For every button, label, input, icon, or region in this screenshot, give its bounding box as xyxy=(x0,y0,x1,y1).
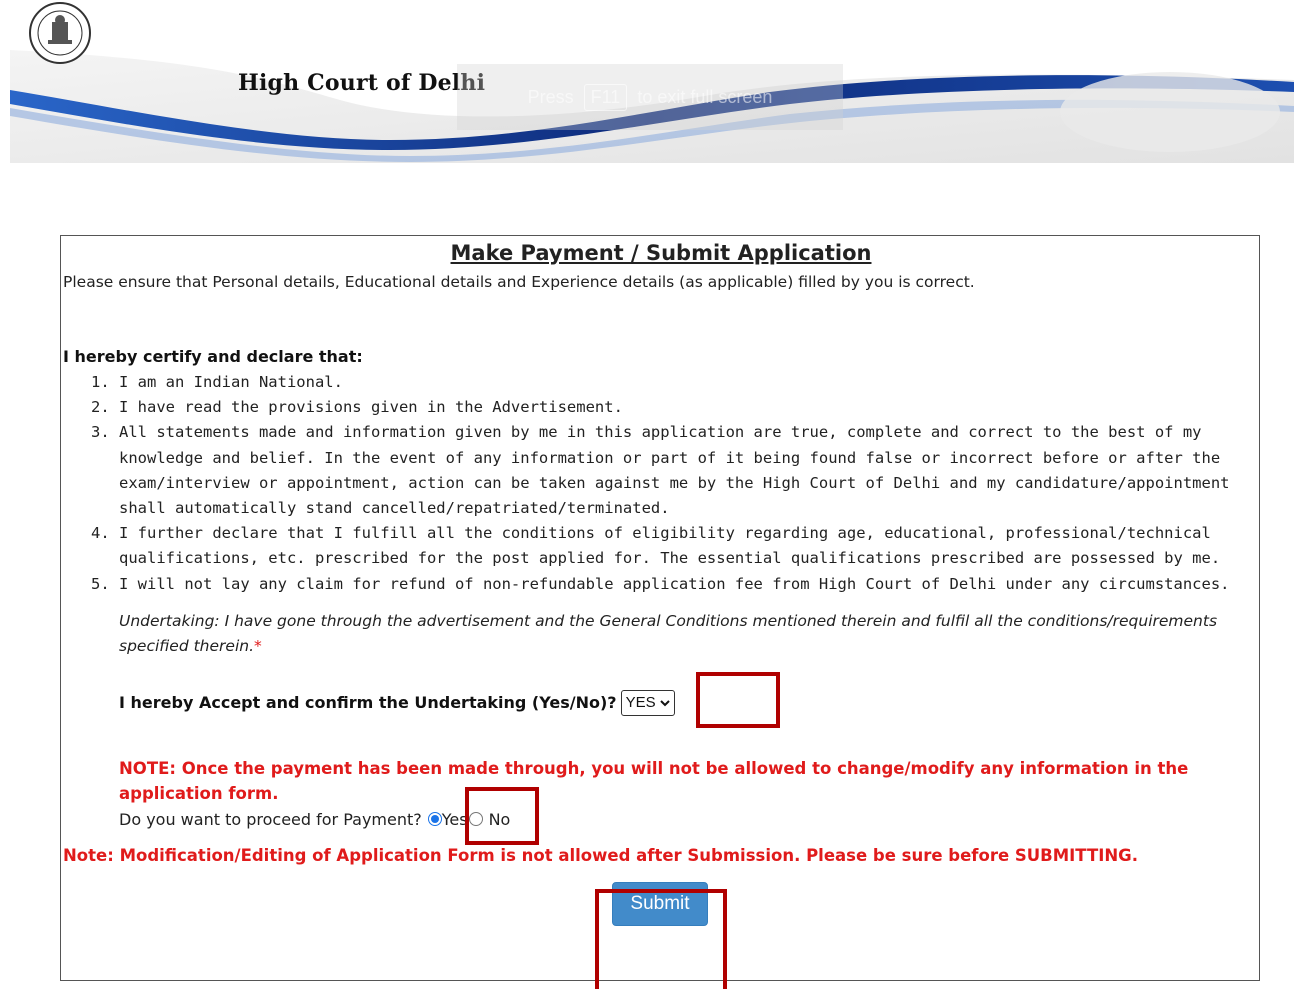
payment-panel: Make Payment / Submit Application Please… xyxy=(60,235,1260,981)
declaration-item: I will not lay any claim for refund of n… xyxy=(119,572,1259,597)
declaration-item: I have read the provisions given in the … xyxy=(119,395,1259,420)
fullscreen-hint-before: Press xyxy=(527,86,574,107)
accept-selected-value: YES xyxy=(625,694,656,712)
highlight-accept-select xyxy=(696,672,780,728)
declaration-item: I am an Indian National. xyxy=(119,370,1259,395)
fullscreen-hint-key: F11 xyxy=(583,83,628,111)
proceed-yes-label[interactable]: Yes xyxy=(442,810,468,829)
highlight-yes-radio xyxy=(465,787,539,845)
page-title: Make Payment / Submit Application xyxy=(450,241,872,265)
undertaking-text: Undertaking: I have gone through the adv… xyxy=(119,609,1219,660)
court-name: High Court of Delhi xyxy=(238,70,486,96)
chevron-down-icon xyxy=(659,700,670,707)
certify-heading: I hereby certify and declare that: xyxy=(63,347,363,366)
intro-text: Please ensure that Personal details, Edu… xyxy=(63,273,975,291)
undertaking-body: Undertaking: I have gone through the adv… xyxy=(119,611,1218,656)
modification-note: Note: Modification/Editing of Applicatio… xyxy=(63,845,1138,865)
declaration-list: I am an Indian National. I have read the… xyxy=(63,370,1259,597)
required-mark: * xyxy=(254,637,262,656)
proceed-label: Do you want to proceed for Payment? xyxy=(119,809,422,829)
highlight-submit-button xyxy=(595,889,727,989)
court-emblem xyxy=(29,2,91,64)
fullscreen-hint: Press F11 to exit full screen xyxy=(457,64,843,130)
proceed-row: Do you want to proceed for Payment? Yes … xyxy=(119,810,1259,829)
declaration-item: All statements made and information give… xyxy=(119,420,1259,521)
accept-undertaking-select[interactable]: YES xyxy=(620,689,675,716)
proceed-yes-radio[interactable] xyxy=(427,812,442,827)
accept-label: I hereby Accept and confirm the Undertak… xyxy=(119,693,617,713)
payment-note: NOTE: Once the payment has been made thr… xyxy=(119,758,1189,803)
declaration-item: I further declare that I fulfill all the… xyxy=(119,521,1259,571)
fullscreen-hint-after: to exit full screen xyxy=(637,86,773,107)
accept-row: I hereby Accept and confirm the Undertak… xyxy=(119,689,1259,716)
